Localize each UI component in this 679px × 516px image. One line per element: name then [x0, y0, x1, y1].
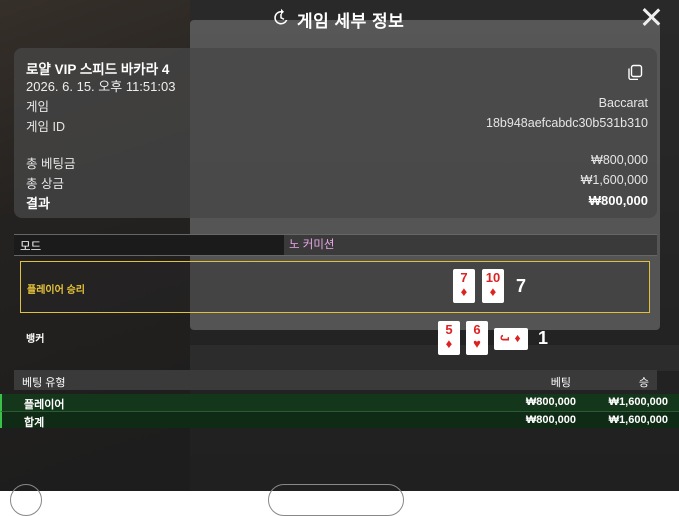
game-details-modal: 게임 세부 정보 로얄 VIP 스피드 바카라 4 2026. 6. 15. 오… [0, 0, 679, 516]
player-score: 7 [516, 276, 527, 296]
history-icon [274, 8, 288, 25]
mode-value: 노 커미션 [284, 235, 657, 255]
table-total-row: 합계 ₩800,000 ₩1,600,000 [0, 411, 679, 429]
player-result-label: 플레이어 승리 [27, 285, 85, 296]
info-row-result: 결과 ₩800,000 [26, 193, 648, 211]
mode-label: 모드 [20, 241, 42, 253]
modal-header: 게임 세부 정보 [0, 0, 679, 36]
info-row-game-id: 게임 ID 18b948aefcabdc30b531b310 [26, 116, 648, 134]
copy-icon[interactable] [627, 64, 643, 80]
game-datetime: 2026. 6. 15. 오후 11:51:03 [26, 79, 176, 94]
bottom-pill-button[interactable] [268, 484, 404, 516]
banker-score: 1 [538, 328, 549, 348]
close-icon[interactable] [640, 6, 662, 28]
info-row-total-win: 총 상금 ₩1,600,000 [26, 173, 648, 191]
game-name: 로얄 VIP 스피드 바카라 4 [26, 62, 170, 77]
game-info-card: 로얄 VIP 스피드 바카라 4 2026. 6. 15. 오후 11:51:0… [14, 48, 657, 218]
player-hand-box: 플레이어 승리 [20, 261, 650, 313]
banker-card-2: 6 ♥ [466, 321, 488, 355]
bet-table-header: 베팅 유형 베팅 승 [14, 370, 657, 390]
banker-label: 뱅커 [26, 334, 45, 345]
bottom-round-button[interactable] [10, 484, 42, 516]
player-card-2: 10 ♦ [482, 269, 504, 303]
info-row-game: 게임 Baccarat [26, 96, 648, 114]
modal-title: 게임 세부 정보 [297, 12, 405, 31]
mode-bar: 모드 노 커미션 [14, 234, 657, 256]
banker-card-3: J ♦ [494, 328, 528, 350]
info-row-total-bet: 총 베팅금 ₩800,000 [26, 153, 648, 171]
banker-card-1: 5 ♦ [438, 321, 460, 355]
table-row: 플레이어 ₩800,000 ₩1,600,000 [0, 394, 679, 411]
player-card-1: 7 ♦ [453, 269, 475, 303]
